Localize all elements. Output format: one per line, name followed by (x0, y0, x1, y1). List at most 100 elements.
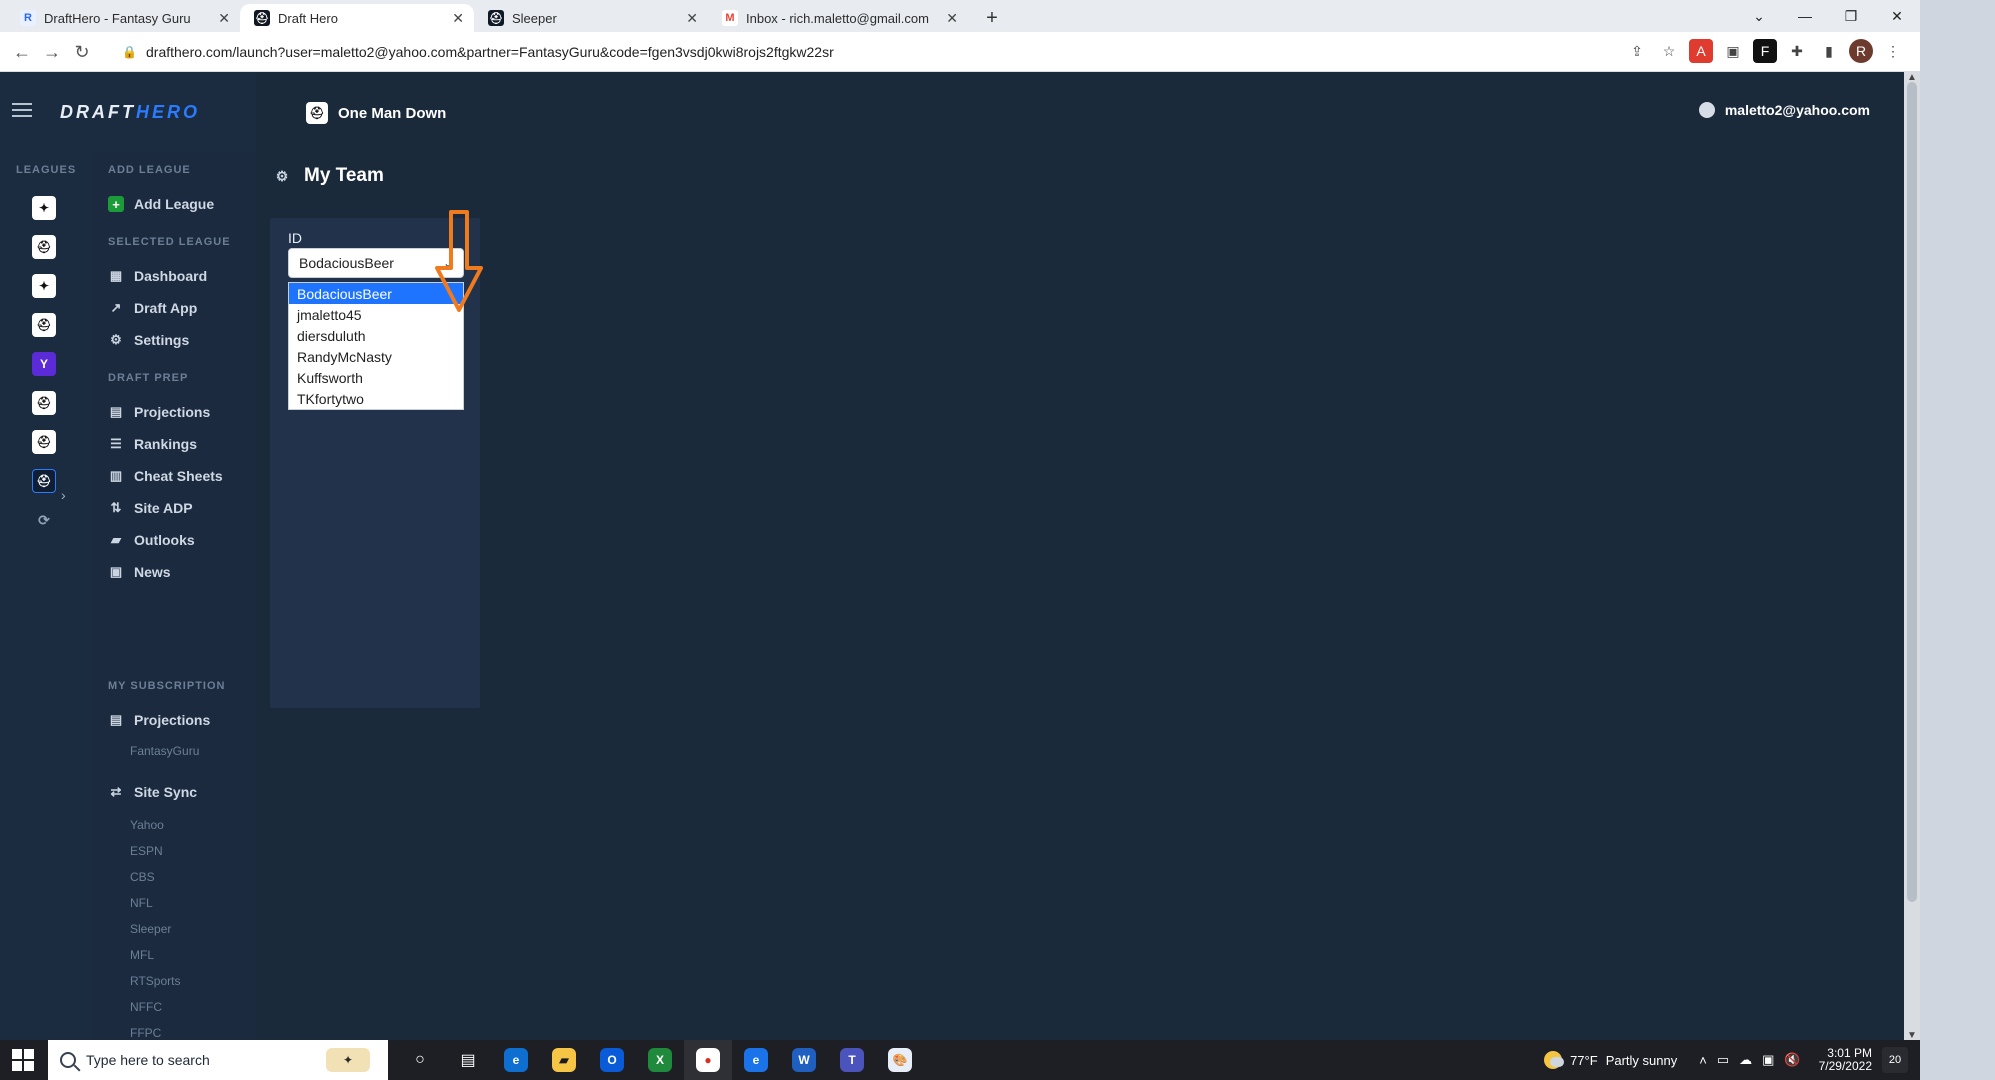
close-icon[interactable]: ✕ (686, 10, 698, 27)
back-icon[interactable]: ← (10, 40, 34, 64)
site-sync-rtsports[interactable]: RTSports (130, 974, 180, 988)
tab-search-icon[interactable]: ⌄ (1736, 0, 1782, 32)
edge-icon[interactable]: e (492, 1040, 540, 1080)
sidebar-item-site-sync[interactable]: ⇄ Site Sync (108, 784, 197, 800)
close-window-icon[interactable]: ✕ (1874, 0, 1920, 32)
league-icon-yahoo[interactable]: Y (32, 352, 56, 376)
pdf-extension-icon[interactable]: A (1689, 39, 1713, 63)
sidepanel-icon[interactable]: ▮ (1817, 39, 1841, 63)
drafthero-logo[interactable]: DRAFT HERO (60, 98, 200, 126)
outlook-icon[interactable]: O (588, 1040, 636, 1080)
site-sync-espn[interactable]: ESPN (130, 844, 163, 858)
refresh-icon[interactable]: ⟳ (32, 508, 56, 532)
sidebar-item-subscription-projections[interactable]: ▤ Projections (108, 712, 210, 728)
cortana-icon[interactable]: ○ (396, 1040, 444, 1080)
league-icon-helmet[interactable]: ⛑ (32, 313, 56, 337)
page-scrollbar[interactable]: ▲ ▼ (1904, 72, 1920, 1041)
reload-icon[interactable]: ↻ (70, 40, 94, 64)
site-sync-cbs[interactable]: CBS (130, 870, 155, 884)
sidebar-item-draft-app[interactable]: ↗ Draft App (108, 300, 198, 316)
excel-icon[interactable]: X (636, 1040, 684, 1080)
task-view-icon[interactable]: ▤ (444, 1040, 492, 1080)
sidebar-item-settings[interactable]: ⚙ Settings (108, 332, 189, 348)
word-icon[interactable]: W (780, 1040, 828, 1080)
sidebar-item-news[interactable]: ▣ News (108, 564, 171, 580)
team-id-select-value: BodaciousBeer (299, 255, 394, 271)
restore-icon[interactable]: ❐ (1828, 0, 1874, 32)
share-icon[interactable]: ⇪ (1625, 39, 1649, 63)
tab-title: DraftHero - Fantasy Guru (44, 10, 191, 26)
main-content (256, 72, 1920, 1040)
chrome-icon[interactable]: ● (684, 1040, 732, 1080)
team-id-option[interactable]: RandyMcNasty (289, 346, 463, 367)
sidebar-item-rankings[interactable]: ☰ Rankings (108, 436, 197, 452)
app-header: DRAFT HERO ⛑ One Man Down maletto2@yahoo… (0, 72, 1920, 152)
league-icon-helmet[interactable]: ⛑ (32, 391, 56, 415)
tray-overflow-icon[interactable]: ˄ (1699, 1053, 1707, 1068)
toolbar-icons: ⇪ ☆ A ▣ F ✚ ▮ R ⋮ (1625, 39, 1905, 63)
onedrive-icon[interactable]: ☁ (1739, 1052, 1752, 1068)
site-sync-yahoo[interactable]: Yahoo (130, 818, 164, 832)
site-sync-ffpc[interactable]: FFPC (130, 1026, 161, 1040)
meet-now-icon[interactable]: ▣ (1762, 1052, 1774, 1068)
sidebar-item-dashboard[interactable]: ▦ Dashboard (108, 268, 207, 284)
sidebar-item-label: Rankings (134, 436, 198, 452)
bookmark-star-icon[interactable]: ☆ (1657, 39, 1681, 63)
teams-icon[interactable]: T (828, 1040, 876, 1080)
menu-kebab-icon[interactable]: ⋮ (1881, 39, 1905, 63)
team-id-option[interactable]: TKfortytwo (289, 388, 463, 409)
league-icon-helmet[interactable]: ⛑ (32, 235, 56, 259)
sidebar-item-label: Add League (134, 196, 215, 212)
tab-gmail[interactable]: M Inbox - rich.maletto@gmail.com ✕ (708, 4, 968, 32)
team-id-option[interactable]: diersduluth (289, 325, 463, 346)
weather-widget[interactable]: 77°F Partly sunny (1544, 1051, 1677, 1069)
league-icon-fantasy[interactable]: ✦ (32, 274, 56, 298)
site-sync-nffc[interactable]: NFFC (130, 1000, 162, 1014)
sidebar-item-projections[interactable]: ▤ Projections (108, 404, 210, 420)
league-icon-selected[interactable]: ⛑ (32, 469, 56, 493)
internet-explorer-icon[interactable]: e (732, 1040, 780, 1080)
site-sync-nfl[interactable]: NFL (130, 896, 153, 910)
user-menu[interactable]: maletto2@yahoo.com (1698, 102, 1870, 118)
sidebar-item-cheat-sheets[interactable]: ▥ Cheat Sheets (108, 468, 223, 484)
network-icon[interactable]: ▭ (1717, 1052, 1729, 1068)
minimize-icon[interactable]: — (1782, 0, 1828, 32)
hamburger-menu-icon[interactable] (12, 103, 32, 117)
paint-icon[interactable]: 🎨 (876, 1040, 924, 1080)
close-icon[interactable]: ✕ (452, 10, 464, 27)
clock[interactable]: 3:01 PM 7/29/2022 (1819, 1046, 1872, 1073)
volume-muted-icon[interactable]: 🔇 (1784, 1052, 1800, 1068)
site-sync-mfl[interactable]: MFL (130, 948, 154, 962)
taskbar-search[interactable]: Type here to search ✦ (48, 1040, 388, 1080)
puzzle-icon[interactable]: ✚ (1785, 39, 1809, 63)
tab-draft-hero[interactable]: ⛑ Draft Hero ✕ (240, 4, 474, 32)
sidebar-item-site-adp[interactable]: ⇅ Site ADP (108, 500, 193, 516)
address-bar[interactable]: 🔒 drafthero.com/launch?user=maletto2@yah… (110, 38, 1610, 66)
team-id-option[interactable]: Kuffsworth (289, 367, 463, 388)
forward-icon[interactable]: → (40, 40, 64, 64)
scroll-down-icon[interactable]: ▼ (1904, 1030, 1920, 1041)
sidebar-section-my-subscription: MY SUBSCRIPTION (108, 680, 226, 692)
sidebar-section-add-league: ADD LEAGUE (108, 164, 191, 176)
sidebar-item-add-league[interactable]: + Add League (108, 196, 214, 212)
close-icon[interactable]: ✕ (218, 10, 230, 27)
profile-avatar[interactable]: R (1849, 39, 1873, 63)
new-tab-button[interactable]: + (980, 6, 1004, 30)
fonts-extension-icon[interactable]: F (1753, 39, 1777, 63)
notification-center-button[interactable]: 20 (1882, 1047, 1908, 1073)
file-explorer-icon[interactable]: ▰ (540, 1040, 588, 1080)
weather-temp: 77°F (1570, 1052, 1598, 1068)
extension-icon[interactable]: ▣ (1721, 39, 1745, 63)
scroll-up-icon[interactable]: ▲ (1904, 72, 1920, 83)
site-sync-sleeper[interactable]: Sleeper (130, 922, 171, 936)
sleeper-icon: ⛑ (488, 10, 504, 26)
close-icon[interactable]: ✕ (946, 10, 958, 27)
sidebar-item-label: Cheat Sheets (134, 468, 223, 484)
sidebar-item-outlooks[interactable]: ▰ Outlooks (108, 532, 195, 548)
league-icon-helmet[interactable]: ⛑ (32, 430, 56, 454)
tab-drafthero-fantasy-guru[interactable]: R DraftHero - Fantasy Guru ✕ (6, 4, 240, 32)
tab-sleeper[interactable]: ⛑ Sleeper ✕ (474, 4, 708, 32)
league-icon-fantasy[interactable]: ✦ (32, 196, 56, 220)
windows-start-icon[interactable] (12, 1049, 34, 1071)
scrollbar-thumb[interactable] (1907, 82, 1917, 902)
